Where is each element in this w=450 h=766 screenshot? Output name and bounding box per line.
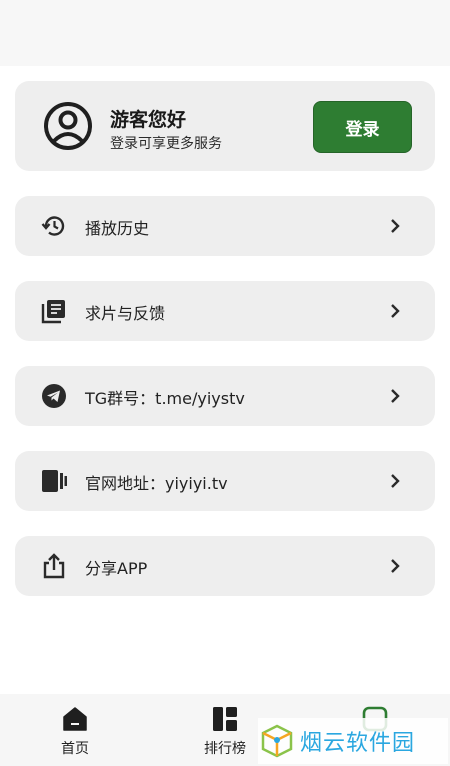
top-bar (0, 0, 450, 66)
chevron-right-icon (391, 304, 400, 318)
greeting-text: 游客您好 (110, 109, 187, 131)
nav-label-ranking: 排行榜 (204, 741, 246, 757)
menu-item-feedback[interactable]: 求片与反馈 (15, 281, 435, 341)
login-button[interactable]: 登录 (313, 101, 412, 153)
nav-item-home[interactable]: 首页 (35, 706, 115, 758)
greeting-subtitle: 登录可享更多服务 (110, 136, 222, 152)
feedback-icon (41, 300, 65, 324)
menu-label-feedback: 求片与反馈 (85, 304, 166, 323)
nav-item-ranking[interactable]: 排行榜 (185, 706, 265, 758)
user-avatar-icon (44, 102, 92, 150)
history-icon (41, 216, 65, 236)
menu-label-telegram: TG群号：t.me/yiystv (85, 389, 245, 408)
watermark-logo-icon (261, 724, 293, 758)
watermark: 烟云软件园 (258, 718, 448, 764)
menu-item-telegram[interactable]: TG群号：t.me/yiystv (15, 366, 435, 426)
share-icon (43, 553, 65, 579)
chevron-right-icon (391, 474, 400, 488)
menu-item-share[interactable]: 分享APP (15, 536, 435, 596)
chevron-right-icon (391, 559, 400, 573)
nav-label-home: 首页 (61, 741, 89, 757)
menu-label-share: 分享APP (85, 559, 148, 578)
home-icon (63, 707, 87, 731)
ranking-icon (213, 707, 237, 731)
menu-item-history[interactable]: 播放历史 (15, 196, 435, 256)
menu-item-website[interactable]: 官网地址：yiyiyi.tv (15, 451, 435, 511)
telegram-icon (42, 384, 66, 408)
watermark-text: 烟云软件园 (300, 731, 416, 756)
website-icon (42, 470, 67, 492)
chevron-right-icon (391, 389, 400, 403)
menu-label-website: 官网地址：yiyiyi.tv (85, 474, 228, 493)
profile-card: 游客您好 登录可享更多服务 登录 (15, 81, 435, 171)
menu-label-history: 播放历史 (85, 219, 150, 238)
chevron-right-icon (391, 219, 400, 233)
